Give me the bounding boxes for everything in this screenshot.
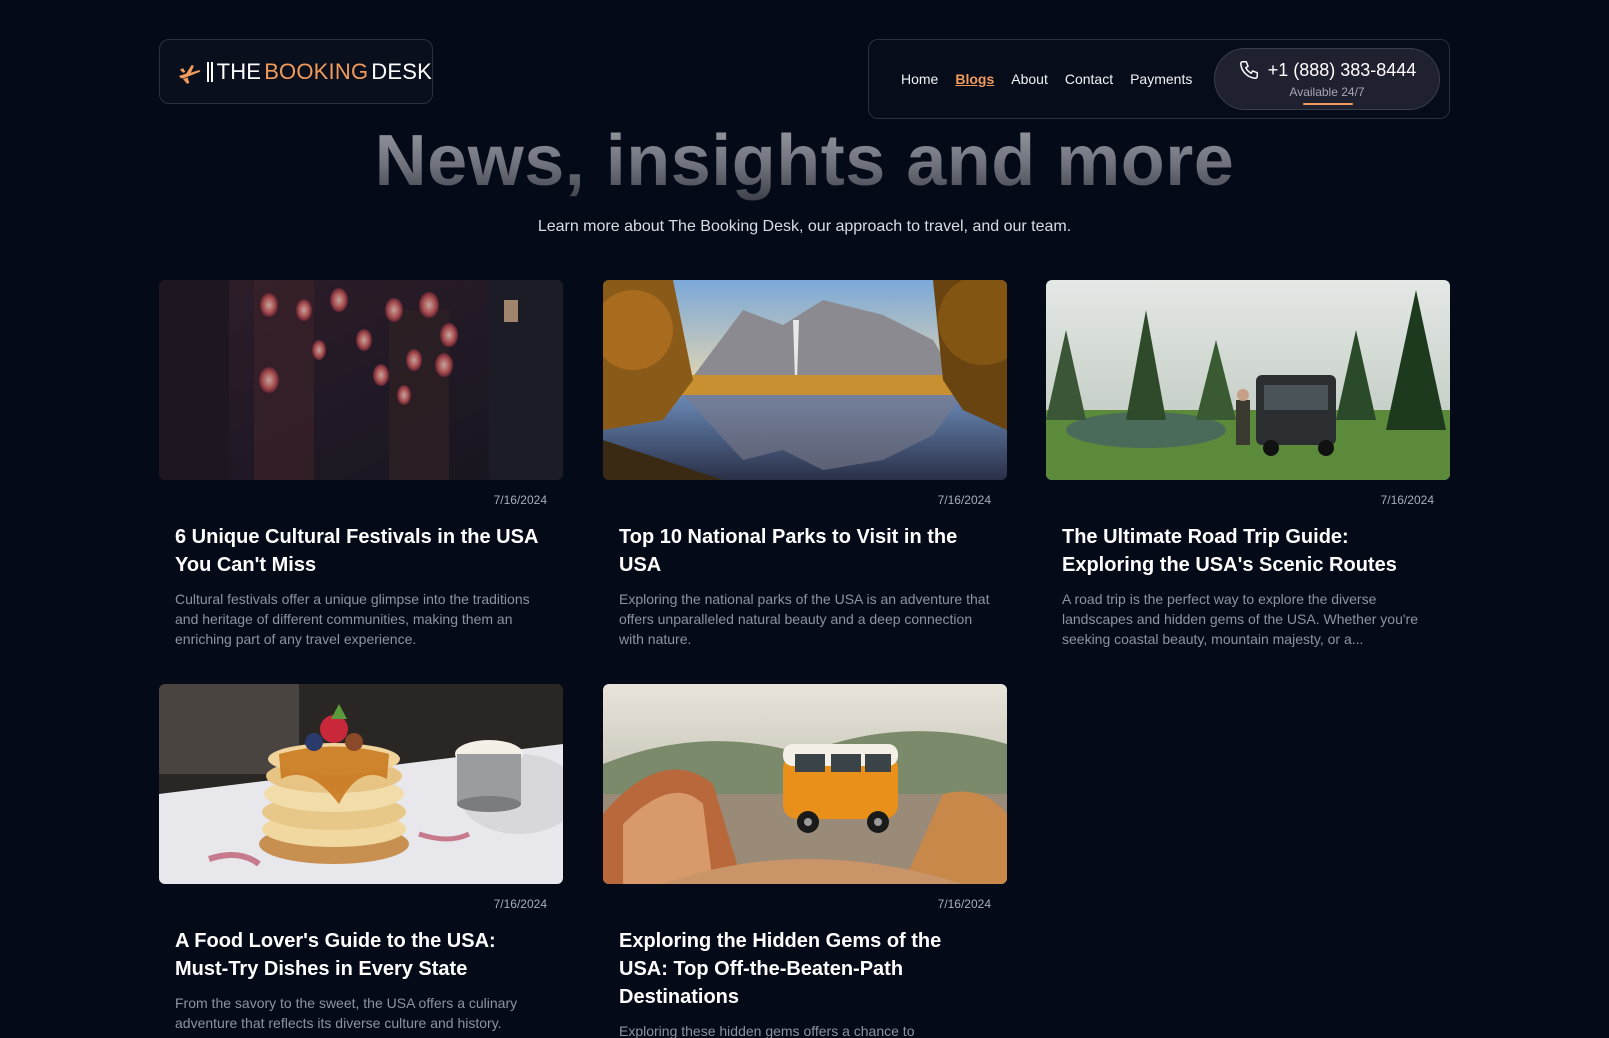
phone-number: +1 (888) 383-8444 — [1267, 59, 1417, 80]
post-date: 7/16/2024 — [937, 493, 991, 507]
page-subtitle: Learn more about The Booking Desk, our a… — [537, 218, 1072, 235]
lantern-street-photo[interactable] — [159, 280, 563, 480]
post-title[interactable]: The Ultimate Road Trip Guide: Exploring … — [1046, 523, 1450, 579]
nav-blogs[interactable]: Blogs — [955, 71, 994, 87]
post-date: 7/16/2024 — [493, 897, 547, 911]
phone-accent-line — [1303, 103, 1353, 105]
post-title[interactable]: A Food Lover's Guide to the USA: Must-Tr… — [159, 927, 563, 983]
post-excerpt: Cultural festivals offer a unique glimps… — [175, 591, 530, 647]
post-excerpt: Exploring these hidden gems offers a cha… — [619, 1023, 915, 1038]
pancakes-photo[interactable] — [159, 684, 563, 884]
phone-button[interactable]: +1 (888) 383-8444 Available 24/7 — [1214, 48, 1440, 110]
post-excerpt: A road trip is the perfect way to explor… — [1062, 591, 1418, 647]
camper-van-forest-photo[interactable] — [1046, 280, 1450, 480]
nav-about[interactable]: About — [1011, 71, 1048, 87]
blog-card[interactable]: 7/16/2024 Top 10 National Parks to Visit… — [603, 280, 1007, 649]
post-date: 7/16/2024 — [493, 493, 547, 507]
post-title[interactable]: 6 Unique Cultural Festivals in the USA Y… — [159, 523, 563, 579]
orange-van-photo[interactable] — [603, 684, 1007, 884]
blog-card[interactable]: 7/16/2024 A Food Lover's Guide to the US… — [159, 684, 563, 1033]
post-title[interactable]: Exploring the Hidden Gems of the USA: To… — [603, 927, 1007, 1011]
blog-page: THE BOOKING DESK Home Blogs About Contac… — [0, 0, 1609, 1038]
post-date: 7/16/2024 — [937, 897, 991, 911]
nav-contact[interactable]: Contact — [1065, 71, 1113, 87]
nav-home[interactable]: Home — [901, 71, 938, 87]
blog-card[interactable]: 7/16/2024 6 Unique Cultural Festivals in… — [159, 280, 563, 649]
post-excerpt: From the savory to the sweet, the USA of… — [175, 995, 518, 1031]
yosemite-valley-photo[interactable] — [603, 280, 1007, 480]
phone-row: +1 (888) 383-8444 — [1238, 59, 1417, 81]
main-nav: Home Blogs About Contact Payments +1 (88… — [868, 39, 1450, 119]
post-excerpt: Exploring the national parks of the USA … — [619, 591, 990, 647]
logo-link[interactable]: THE BOOKING DESK — [159, 39, 433, 104]
logo-booking: BOOKING — [264, 58, 369, 84]
phone-icon — [1239, 61, 1258, 79]
blog-card[interactable]: 7/16/2024 Exploring the Hidden Gems of t… — [603, 684, 1007, 1038]
airplane-icon — [179, 64, 201, 84]
post-title[interactable]: Top 10 National Parks to Visit in the US… — [603, 523, 1007, 579]
page-title: News, insights and more — [0, 120, 1609, 202]
blog-card[interactable]: 7/16/2024 The Ultimate Road Trip Guide: … — [1046, 280, 1450, 649]
logo-bars — [206, 61, 213, 82]
nav-payments[interactable]: Payments — [1130, 71, 1192, 87]
phone-availability: Available 24/7 — [1289, 85, 1365, 99]
logo-the: THE — [216, 58, 262, 84]
logo-desk: DESK — [371, 58, 432, 84]
logo-wordmark: THE BOOKING DESK — [206, 58, 432, 85]
post-date: 7/16/2024 — [1380, 493, 1434, 507]
